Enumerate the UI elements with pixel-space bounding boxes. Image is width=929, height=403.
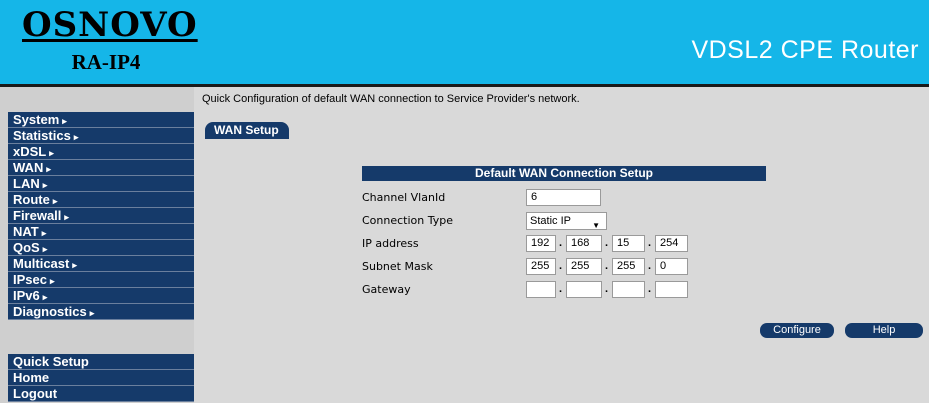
octet-separator: . [648, 283, 652, 295]
arrow-right-icon: ▸ [46, 164, 51, 174]
menu-item-label: Route [13, 192, 50, 207]
gateway-label: Gateway [362, 283, 411, 296]
ip-label: IP address [362, 237, 419, 250]
logo-model: RA-IP4 [71, 50, 141, 74]
arrow-right-icon: ▸ [49, 148, 54, 158]
intro-text: Quick Configuration of default WAN conne… [202, 93, 580, 105]
vlan-label: Channel VlanId [362, 191, 446, 204]
menu-item-label: QoS [13, 240, 40, 255]
menu-item-route[interactable]: Route ▸ [8, 192, 194, 208]
octet-separator: . [605, 283, 609, 295]
arrow-right-icon: ▸ [64, 212, 69, 222]
mask-octet-2[interactable]: 255 [566, 258, 602, 275]
mask-octet-3[interactable]: 255 [612, 258, 645, 275]
menu-item-system[interactable]: System ▸ [8, 112, 194, 128]
menu-item-label: IPv6 [13, 288, 40, 303]
mask-octet-1[interactable]: 255 [526, 258, 556, 275]
menu-item-diagnostics[interactable]: Diagnostics ▸ [8, 304, 194, 320]
gateway-row: Gateway . . . [362, 280, 782, 300]
connection-type-select[interactable]: Static IP ▼ [526, 212, 607, 230]
menu-item-nat[interactable]: NAT ▸ [8, 224, 194, 240]
menu-item-home[interactable]: Home [8, 370, 194, 386]
vlan-input[interactable]: 6 [526, 189, 601, 206]
ip-octet-2[interactable]: 168 [566, 235, 602, 252]
product-title: VDSL2 CPE Router [691, 36, 919, 64]
arrow-right-icon: ▸ [89, 308, 95, 318]
octet-separator: . [605, 260, 609, 272]
configure-button[interactable]: Configure [760, 323, 834, 338]
arrow-right-icon: ▸ [41, 228, 47, 238]
gateway-octet-4[interactable] [655, 281, 688, 298]
connection-type-row: Connection Type Static IP ▼ [362, 211, 782, 231]
menu-item-label: xDSL [13, 144, 47, 159]
menu-item-lan[interactable]: LAN ▸ [8, 176, 194, 192]
menu-item-wan[interactable]: WAN ▸ [8, 160, 194, 176]
gateway-octet-3[interactable] [612, 281, 645, 298]
help-button[interactable]: Help [845, 323, 923, 338]
arrow-right-icon: ▸ [62, 116, 67, 126]
menu-item-label: NAT [13, 224, 39, 239]
brand-logo: OSNOVO RA-IP4 [22, 5, 198, 75]
form-title: Default WAN Connection Setup [362, 166, 766, 181]
arrow-right-icon: ▸ [42, 180, 48, 190]
octet-separator: . [559, 260, 563, 272]
menu-item-label: WAN [13, 160, 44, 175]
menu-item-multicast[interactable]: Multicast ▸ [8, 256, 194, 272]
arrow-right-icon: ▸ [73, 132, 79, 142]
gateway-octet-1[interactable] [526, 281, 556, 298]
octet-separator: . [559, 283, 563, 295]
menu-item-label: Diagnostics [13, 304, 87, 319]
menu-item-label: Multicast [13, 256, 70, 271]
menu-item-label: LAN [13, 176, 40, 191]
menu-item-ipv6[interactable]: IPv6 ▸ [8, 288, 194, 304]
mask-octet-4[interactable]: 0 [655, 258, 688, 275]
octet-separator: . [648, 237, 652, 249]
menu-item-logout[interactable]: Logout [8, 386, 194, 402]
header-banner: OSNOVO RA-IP4 VDSL2 CPE Router [0, 0, 929, 87]
menu-item-statistics[interactable]: Statistics ▸ [8, 128, 194, 144]
ip-octet-1[interactable]: 192 [526, 235, 556, 252]
ip-octet-3[interactable]: 15 [612, 235, 645, 252]
arrow-right-icon: ▸ [72, 260, 77, 270]
octet-separator: . [648, 260, 652, 272]
menu-item-label: System [13, 112, 60, 127]
menu-item-label: IPsec [13, 272, 47, 287]
octet-separator: . [559, 237, 563, 249]
mask-label: Subnet Mask [362, 260, 433, 273]
menu-item-ipsec[interactable]: IPsec ▸ [8, 272, 194, 288]
arrow-right-icon: ▸ [42, 244, 48, 254]
menu-item-label: Firewall [13, 208, 62, 223]
ip-octet-4[interactable]: 254 [655, 235, 688, 252]
menu-item-quick-setup[interactable]: Quick Setup [8, 354, 194, 370]
gateway-octet-2[interactable] [566, 281, 602, 298]
connection-type-label: Connection Type [362, 214, 454, 227]
mask-row: Subnet Mask 255 . 255 . 255 . 0 [362, 257, 782, 277]
main-content: Quick Configuration of default WAN conne… [194, 87, 929, 403]
menu-item-xdsl[interactable]: xDSL ▸ [8, 144, 194, 160]
arrow-right-icon: ▸ [42, 292, 48, 302]
octet-separator: . [605, 237, 609, 249]
ip-row: IP address 192 . 168 . 15 . 254 [362, 234, 782, 254]
tab-wan-setup[interactable]: WAN Setup [205, 122, 289, 139]
arrow-right-icon: ▸ [52, 196, 58, 206]
quick-menu: Quick Setup Home Logout [8, 354, 194, 402]
vlan-row: Channel VlanId 6 [362, 188, 782, 208]
logo-brand-name: OSNOVO [22, 5, 198, 45]
main-menu: System ▸ Statistics ▸ xDSL ▸ WAN ▸ LAN ▸ Rout… [8, 112, 194, 320]
menu-item-label: Statistics [13, 128, 71, 143]
menu-item-firewall[interactable]: Firewall ▸ [8, 208, 194, 224]
menu-item-qos[interactable]: QoS ▸ [8, 240, 194, 256]
sidebar: System ▸ Statistics ▸ xDSL ▸ WAN ▸ LAN ▸ Rout… [0, 87, 194, 403]
connection-type-value: Static IP [530, 215, 571, 227]
chevron-down-icon: ▼ [592, 221, 600, 230]
arrow-right-icon: ▸ [49, 276, 55, 286]
